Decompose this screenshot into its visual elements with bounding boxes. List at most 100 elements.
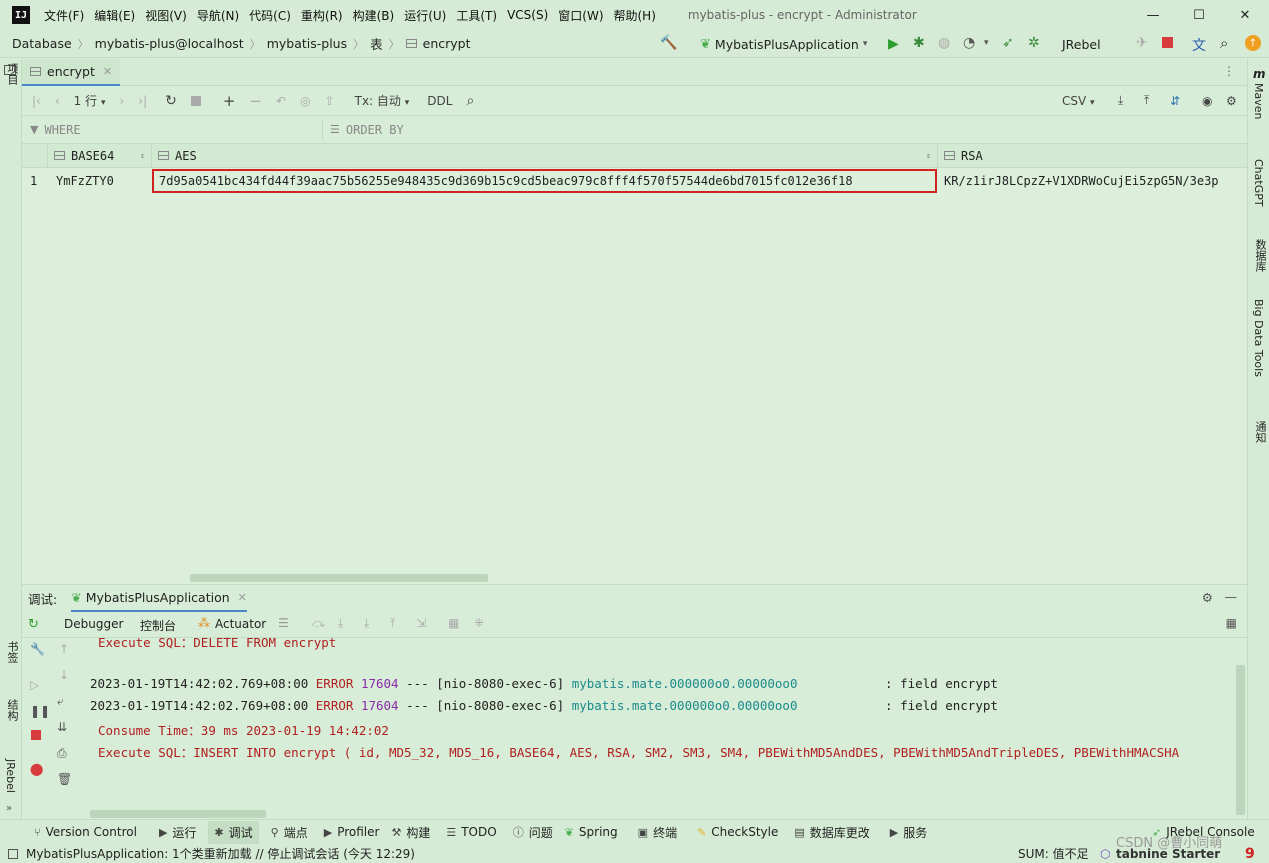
pause-icon[interactable]: ❚❚	[30, 704, 50, 718]
debug-session-tab[interactable]: ❦ MybatisPlusApplication ✕	[71, 585, 247, 612]
notifications-tool-button[interactable]: 通知	[1252, 421, 1268, 443]
chatgpt-tool-button[interactable]: ChatGPT	[1252, 159, 1265, 207]
stop-icon[interactable]	[1162, 37, 1173, 48]
tool-debug[interactable]: ✱ 调试	[208, 820, 259, 844]
tool-endpoints[interactable]: ⚲ 端点	[271, 824, 308, 841]
menu-vcs[interactable]: VCS(S)	[507, 8, 548, 22]
close-button[interactable]: ✕	[1222, 0, 1268, 30]
view-eye-icon[interactable]: ◉	[1202, 94, 1212, 108]
scroll-to-end-icon[interactable]: ⇊	[57, 720, 67, 734]
scroll-down-icon[interactable]: ↓	[59, 668, 69, 682]
soft-wrap-icon[interactable]: ⤶	[57, 694, 64, 709]
log-logger[interactable]: mybatis.mate.000000o0.00000oo0	[572, 698, 798, 713]
close-tab-icon[interactable]: ✕	[103, 65, 112, 78]
sort-arrows-icon[interactable]: ⇕	[140, 151, 145, 160]
clear-console-icon[interactable]: 🗑	[57, 772, 72, 786]
tool-build[interactable]: ⚒ 构建	[391, 824, 430, 841]
database-tool-button[interactable]: 数据库	[1252, 239, 1268, 272]
tool-terminal[interactable]: ▣ 终端	[638, 824, 677, 841]
upload-icon[interactable]: ⤒	[1144, 93, 1149, 108]
tool-todo[interactable]: ☰ TODO	[446, 825, 496, 839]
scroll-up-icon[interactable]: ↑	[59, 642, 69, 656]
menu-build[interactable]: 构建(B)	[353, 7, 395, 24]
update-icon[interactable]: ↑	[1245, 35, 1261, 51]
step-into-icon[interactable]: ⤓	[338, 616, 343, 631]
tool-version-control[interactable]: ⑂ Version Control	[34, 825, 137, 839]
trace-icon[interactable]: ⁜	[474, 616, 484, 630]
tool-services[interactable]: ▶ 服务	[890, 824, 927, 841]
first-page-icon[interactable]: |‹	[32, 94, 41, 108]
jrebel-label[interactable]: JRebel	[1062, 37, 1101, 52]
menu-view[interactable]: 视图(V)	[145, 7, 187, 24]
menu-file[interactable]: 文件(F)	[44, 7, 84, 24]
bookmarks-tool-button[interactable]: 书签	[4, 641, 20, 663]
run-config-selector[interactable]: ❦ MybatisPlusApplication ▾	[700, 30, 867, 58]
evaluate-icon[interactable]: ▦	[448, 616, 459, 630]
print-icon[interactable]: ⎙	[57, 746, 67, 761]
menu-window[interactable]: 窗口(W)	[558, 7, 603, 24]
previous-page-icon[interactable]: ‹	[55, 94, 60, 108]
profile-icon[interactable]: ◔	[963, 35, 975, 51]
project-tool-button[interactable]: 项目	[4, 63, 20, 85]
build-hammer-icon[interactable]: 🔨	[660, 35, 677, 51]
ddl-button[interactable]: DDL	[427, 94, 452, 108]
breadcrumb-tables[interactable]: 表	[370, 34, 383, 53]
search-icon[interactable]: ⌕	[1220, 34, 1228, 52]
step-out-icon[interactable]: ⤒	[390, 616, 395, 631]
close-session-icon[interactable]: ✕	[238, 591, 247, 604]
wrench-icon[interactable]: 🔧	[30, 642, 45, 656]
stop-query-icon[interactable]	[190, 95, 201, 106]
console-horizontal-scrollbar[interactable]	[90, 810, 266, 818]
tab-debugger[interactable]: Debugger	[64, 617, 123, 631]
tab-console[interactable]: 控制台	[140, 617, 176, 634]
order-by-input[interactable]: ☰ ORDER BY	[330, 123, 404, 137]
search-data-icon[interactable]: ⌕	[466, 93, 474, 109]
run-to-cursor-icon[interactable]: ⇲	[416, 616, 426, 630]
horizontal-scrollbar[interactable]	[190, 574, 488, 582]
cell-aes-highlighted[interactable]: 7d95a0541bc434fd44f39aac75b56255e948435c…	[152, 169, 937, 193]
tool-run[interactable]: ▶ 运行	[159, 824, 196, 841]
tool-database-changes[interactable]: ▤ 数据库更改	[794, 824, 869, 841]
translate-icon[interactable]: 文	[1192, 35, 1206, 55]
export-format-selector[interactable]: CSV ▾	[1062, 94, 1095, 108]
column-header-rsa[interactable]: RSA	[938, 144, 1247, 168]
coverage-icon[interactable]: ◍	[938, 35, 950, 51]
breadcrumb-schema[interactable]: mybatis-plus	[267, 36, 347, 51]
force-step-into-icon[interactable]: ⤓	[364, 616, 369, 631]
cell-rsa[interactable]: KR/z1irJ8LCpzZ+V1XDRWoCujEi5zpG5N/3e3p	[938, 169, 1247, 193]
debug-bug-icon[interactable]: ✱	[913, 35, 925, 51]
tool-spring[interactable]: ❦ Spring	[565, 825, 618, 839]
settings-gear-icon[interactable]: ⚙	[1226, 94, 1237, 108]
settings-gear-icon[interactable]: ⚙	[1202, 590, 1213, 605]
layout-grid-icon[interactable]: ▦	[1226, 616, 1237, 630]
menu-refactor[interactable]: 重构(R)	[301, 7, 343, 24]
jrebel-status-icon[interactable]: 9	[1245, 846, 1255, 862]
layout-icon[interactable]: ☰	[278, 616, 289, 630]
column-header-base64[interactable]: BASE64 ⇕	[48, 144, 152, 168]
tool-profiler[interactable]: ▶ Profiler	[324, 825, 380, 839]
stop-debug-icon[interactable]	[31, 730, 41, 740]
sort-arrows-icon[interactable]: ⇕	[926, 151, 931, 160]
maximize-button[interactable]: ☐	[1176, 0, 1222, 30]
download-icon[interactable]: ⤓	[1118, 93, 1123, 108]
menu-tools[interactable]: 工具(T)	[456, 7, 497, 24]
step-over-icon[interactable]: ⤼	[312, 616, 325, 631]
layout-toggle-icon[interactable]	[8, 848, 18, 859]
status-message[interactable]: MybatisPlusApplication: 1个类重新加载 // 停止调试会…	[26, 845, 415, 862]
cell-base64[interactable]: YmFzZTY0	[48, 169, 152, 193]
intellij-logo-icon[interactable]: IJ	[12, 6, 30, 24]
jrebel-tool-button[interactable]: JRebel	[4, 759, 17, 793]
preview-changes-icon[interactable]: ◎	[300, 94, 310, 108]
menu-help[interactable]: 帮助(H)	[614, 7, 656, 24]
menu-code[interactable]: 代码(C)	[249, 7, 291, 24]
console-output[interactable]: Execute SQL：DELETE FROM encrypt 2023-01-…	[82, 638, 1247, 808]
minimize-button[interactable]: —	[1130, 0, 1176, 30]
maven-tool-button[interactable]: Maven	[1252, 83, 1265, 119]
tab-encrypt[interactable]: encrypt ✕	[22, 58, 121, 86]
rows-per-page-selector[interactable]: 1 行 ▾	[74, 92, 106, 109]
minimize-panel-icon[interactable]: —	[1225, 589, 1238, 604]
breadcrumb-table[interactable]: encrypt	[405, 36, 470, 51]
compare-icon[interactable]: ⇵	[1170, 94, 1180, 108]
aggregate-sum[interactable]: SUM: 值不足	[1018, 845, 1089, 862]
column-header-aes[interactable]: AES ⇕	[152, 144, 938, 168]
